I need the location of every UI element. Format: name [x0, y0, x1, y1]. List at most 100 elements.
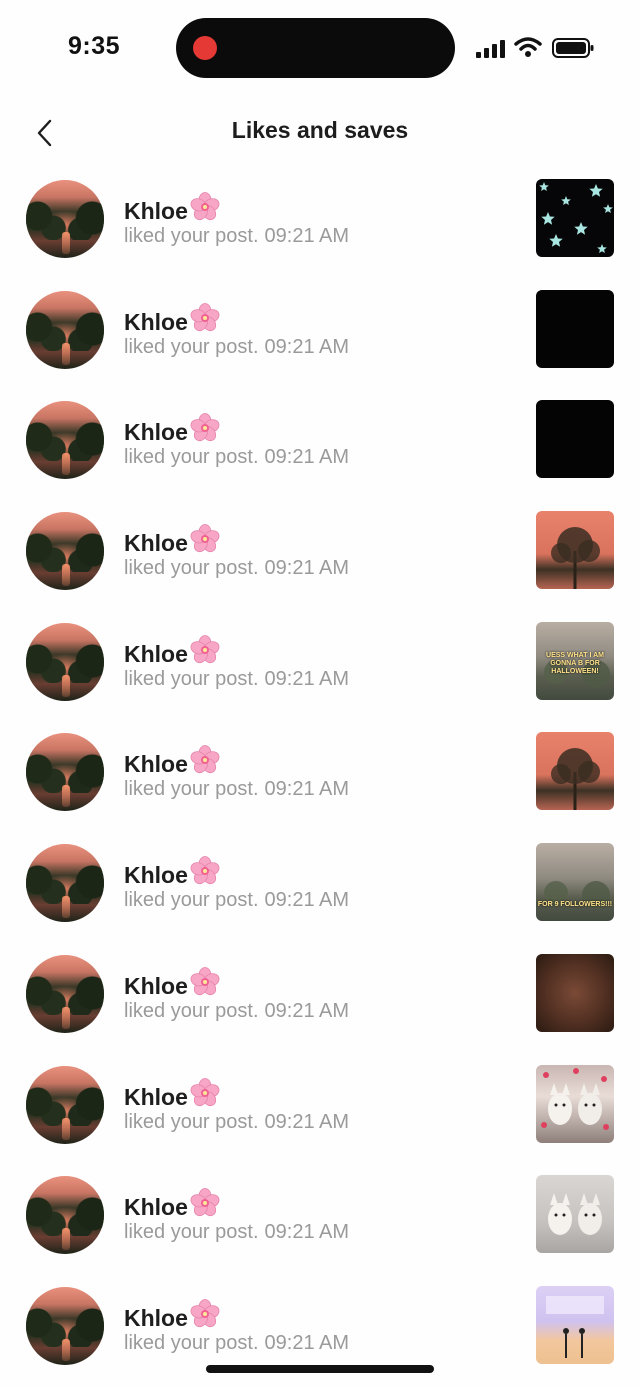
post-thumbnail[interactable] [536, 179, 614, 257]
username[interactable]: Khloe [124, 302, 220, 336]
action-text: liked your post. [124, 446, 259, 469]
notification-row[interactable]: Khloe liked your post. 09:21 AM [0, 384, 640, 495]
post-thumbnail[interactable] [536, 511, 614, 590]
action-text: liked your post. [124, 1331, 259, 1354]
timestamp: 09:21 AM [264, 999, 350, 1022]
cherry-blossom-icon [190, 1188, 220, 1217]
post-thumbnail[interactable]: UESS WHAT I AM GONNA B FOR HALLOWEEN! [536, 621, 614, 700]
page-title: Likes and saves [231, 117, 409, 143]
notification-row[interactable]: Khloe liked your post. 09:21 AM UESS WHAT I… [0, 606, 640, 717]
notification-text: liked your post. 09:21 AM [124, 778, 349, 801]
timestamp: 09:21 AM [264, 667, 350, 690]
notification-row[interactable]: Khloe liked your post. 09:21 AM [0, 1159, 640, 1270]
notification-row[interactable]: Khloe liked your post. 09:21 AM [0, 163, 640, 274]
cherry-blossom-icon [190, 1077, 220, 1106]
post-thumbnail[interactable] [536, 400, 614, 479]
post-thumbnail[interactable] [536, 1175, 614, 1254]
notification-text: liked your post. 09:21 AM [124, 889, 349, 912]
notification-list: Khloe liked your post. 09:21 AM Khloe liked … [0, 163, 640, 1381]
action-text: liked your post. [124, 999, 259, 1022]
avatar[interactable] [26, 954, 104, 1033]
timestamp: 09:21 AM [264, 1331, 350, 1354]
username-text: Khloe [124, 1194, 188, 1221]
username[interactable]: Khloe [124, 745, 220, 778]
timestamp: 09:21 AM [264, 778, 350, 801]
notification-row[interactable]: Khloe liked your post. 09:21 AM [0, 716, 640, 827]
cherry-blossom-icon [190, 634, 220, 663]
avatar[interactable] [26, 290, 104, 369]
timestamp: 09:21 AM [264, 446, 350, 469]
timestamp: 09:21 AM [264, 225, 350, 247]
action-text: liked your post. [124, 335, 259, 358]
avatar[interactable] [26, 1065, 104, 1144]
username-text: Khloe [124, 1304, 188, 1331]
notification-text: liked your post. 09:21 AM [124, 668, 349, 691]
notification-text: liked your post. 09:21 AM [124, 446, 349, 469]
username[interactable]: Khloe [124, 966, 220, 1000]
action-text: liked your post. [124, 1221, 259, 1244]
username[interactable]: Khloe [124, 1188, 220, 1221]
wifi-icon [514, 37, 542, 57]
avatar[interactable] [26, 733, 104, 812]
post-thumbnail-caption: UESS WHAT I AM GONNA B FOR HALLOWEEN! [546, 651, 604, 675]
post-thumbnail[interactable] [536, 1285, 614, 1364]
post-thumbnail-caption: FOR 9 FOLLOWERS!!! [537, 901, 613, 909]
post-thumbnail[interactable] [536, 1064, 614, 1143]
notification-row[interactable]: Khloe liked your post. 09:21 AM [0, 1049, 640, 1160]
username-text: Khloe [124, 640, 188, 667]
notification-text: liked your post. 09:21 AM [124, 1221, 349, 1244]
notification-row[interactable]: Khloe liked your post. 09:21 AM [0, 274, 640, 385]
timestamp: 09:21 AM [264, 335, 350, 358]
post-thumbnail[interactable] [536, 732, 614, 811]
username-text: Khloe [124, 198, 188, 224]
action-text: liked your post. [124, 667, 259, 690]
home-indicator[interactable] [206, 1365, 434, 1373]
action-text: liked your post. [124, 1110, 259, 1133]
battery-icon [552, 38, 594, 58]
notification-text: liked your post. 09:21 AM [124, 1111, 349, 1134]
notification-row[interactable]: Khloe liked your post. 09:21 AM [0, 495, 640, 606]
notification-text: liked your post. 09:21 AM [124, 1332, 349, 1355]
status-time: 9:35 [68, 32, 121, 60]
notification-row[interactable]: Khloe liked your post. 09:21 AM [0, 938, 640, 1049]
avatar[interactable] [26, 512, 104, 591]
username[interactable]: Khloe [124, 634, 220, 668]
username[interactable]: Khloe [124, 1298, 220, 1332]
cherry-blossom-icon [190, 966, 220, 995]
avatar[interactable] [26, 1176, 104, 1255]
action-text: liked your post. [124, 778, 259, 801]
avatar[interactable] [26, 1286, 104, 1365]
cherry-blossom-icon [190, 1298, 220, 1327]
username[interactable]: Khloe [124, 856, 220, 889]
timestamp: 09:21 AM [264, 1110, 350, 1133]
username-text: Khloe [124, 1083, 188, 1110]
cherry-blossom-icon [190, 302, 220, 331]
notification-text: liked your post. 09:21 AM [124, 336, 349, 359]
post-thumbnail[interactable] [536, 289, 614, 368]
username-text: Khloe [124, 419, 188, 446]
username[interactable]: Khloe [124, 413, 220, 446]
username[interactable]: Khloe [124, 524, 220, 557]
cherry-blossom-icon [190, 856, 220, 885]
avatar[interactable] [26, 622, 104, 701]
action-text: liked your post. [124, 557, 259, 580]
timestamp: 09:21 AM [264, 1221, 350, 1244]
post-thumbnail[interactable] [536, 953, 614, 1032]
avatar[interactable] [26, 180, 104, 258]
username[interactable]: Khloe [124, 192, 220, 225]
username[interactable]: Khloe [124, 1077, 220, 1111]
cellular-signal-icon [476, 40, 505, 58]
avatar[interactable] [26, 844, 104, 923]
username-text: Khloe [124, 862, 188, 889]
action-text: liked your post. [124, 889, 259, 912]
username-text: Khloe [124, 308, 188, 335]
notification-text: liked your post. 09:21 AM [124, 225, 349, 248]
notification-row[interactable]: Khloe liked your post. 09:21 AM [0, 1270, 640, 1381]
dynamic-island [176, 18, 455, 78]
cherry-blossom-icon [190, 524, 220, 553]
username-text: Khloe [124, 530, 188, 557]
notification-text: liked your post. 09:21 AM [124, 1000, 349, 1023]
post-thumbnail[interactable]: FOR 9 FOLLOWERS!!! [536, 843, 614, 922]
notification-row[interactable]: Khloe liked your post. 09:21 AM FOR 9 FOLLO… [0, 827, 640, 938]
avatar[interactable] [26, 401, 104, 480]
